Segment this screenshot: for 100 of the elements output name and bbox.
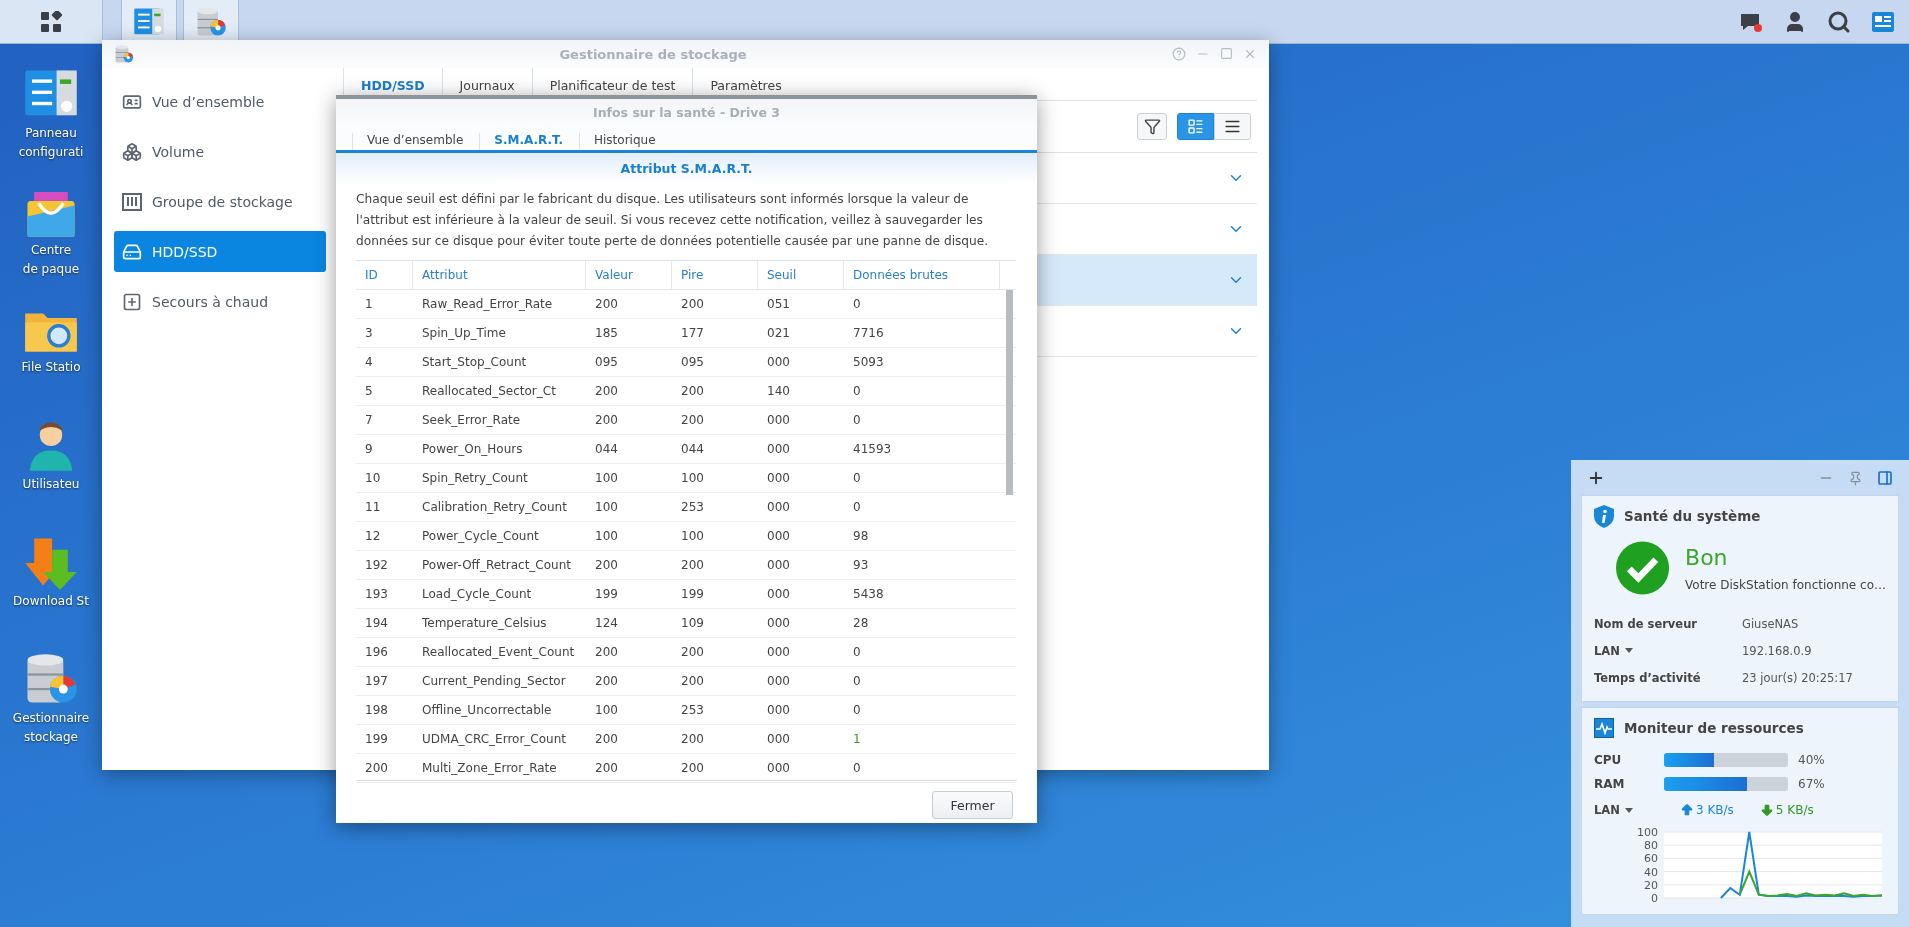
sidebar-item[interactable]: Vue d’ensemble — [114, 81, 326, 122]
tick-label: 60 — [1644, 852, 1658, 866]
shield-info-icon — [1594, 504, 1614, 528]
table-cell-text: 0 — [852, 470, 862, 487]
table-cell-text: Power_Cycle_Count — [421, 528, 540, 545]
sidebar-item[interactable]: Secours à chaud — [114, 281, 326, 322]
table-cell-text: 200 — [594, 731, 619, 748]
desktop-icon-label[interactable]: Utilisateu — [22, 477, 80, 492]
table-cell-text: 200 — [594, 412, 619, 429]
table-cell-text: 100 — [594, 499, 619, 516]
table-cell-text: 3 — [364, 325, 374, 342]
database-icon[interactable] — [195, 5, 227, 38]
table-cell-text: 28 — [852, 615, 870, 632]
table-cell-text: 185 — [594, 325, 619, 342]
column-header[interactable]: Attribut — [413, 261, 586, 289]
table-cell-text: 109 — [680, 615, 705, 632]
table-cell-text: 200 — [594, 557, 619, 574]
sidebar-label: Groupe de stockage — [152, 193, 293, 210]
table-cell-text: 9 — [364, 441, 374, 458]
table-cell-text: Start_Stop_Count — [421, 354, 528, 371]
lan-dropdown[interactable]: LAN — [1594, 803, 1654, 817]
info-value: 23 jour(s) 20:25:17 — [1742, 669, 1854, 687]
table-cell-text: 7716 — [852, 325, 885, 342]
column-header[interactable]: Valeur — [586, 261, 672, 289]
view-mode-button[interactable] — [1214, 113, 1251, 140]
desktop-icon-label[interactable]: configurati — [18, 145, 84, 160]
table-cell-text: 000 — [766, 615, 791, 632]
upload-rate: 3 KB/s — [1696, 803, 1734, 817]
database-icon[interactable] — [114, 44, 134, 64]
main-menu-button[interactable] — [0, 0, 103, 43]
table-cell-text: 0 — [852, 673, 862, 690]
close-button[interactable]: Fermer — [932, 791, 1013, 819]
table-cell-text: 044 — [680, 441, 705, 458]
table-cell-text: 0 — [852, 499, 862, 516]
table-cell-text: Seek_Error_Rate — [421, 412, 522, 429]
status-text: Bon — [1685, 544, 1729, 570]
table-cell-text: 200 — [364, 760, 389, 777]
table-cell-text: 000 — [766, 441, 791, 458]
desktop-icon-label[interactable]: Gestionnaire — [12, 711, 90, 726]
table-cell-text: Multi_Zone_Error_Rate — [421, 760, 558, 777]
table-cell-text: 200 — [594, 644, 619, 661]
table-cell-text: 1 — [364, 296, 374, 313]
table-cell-text: 5438 — [852, 586, 885, 603]
tab[interactable]: S.M.A.R.T. — [479, 133, 579, 150]
table-cell-text: 199 — [594, 586, 619, 603]
grid-icon — [40, 10, 62, 33]
taskbar-app-button[interactable] — [183, 0, 239, 43]
table-cell-text: 98 — [852, 528, 870, 545]
table-cell-text: 199 — [680, 586, 705, 603]
table-cell-text: 10 — [364, 470, 382, 487]
detail-list-icon — [1187, 118, 1204, 135]
table-cell-text: 193 — [364, 586, 389, 603]
column-header[interactable]: Seuil — [758, 261, 844, 289]
table-cell-text: 200 — [680, 557, 705, 574]
table-cell-text: 100 — [594, 528, 619, 545]
desktop-icon-label[interactable]: stockage — [12, 730, 90, 745]
sidebar-item[interactable]: Volume — [114, 131, 326, 172]
filter-icon — [1143, 118, 1161, 135]
table-cell-text: 12 — [364, 528, 382, 545]
taskbar-app-button[interactable] — [121, 0, 177, 43]
tab[interactable]: Historique — [579, 133, 672, 150]
column-header[interactable]: Données brutes — [844, 261, 1000, 289]
table-cell-text: 200 — [680, 644, 705, 661]
scrollbar-thumb[interactable] — [1006, 290, 1013, 495]
meter-label: RAM — [1594, 777, 1626, 791]
table-cell-text: 200 — [680, 296, 705, 313]
table-cell-text: 000 — [766, 470, 791, 487]
description: Chaque seuil est défini par le fabricant du disque. Les utilisateurs sont informés lorsque la valeur de l'attribut est inférieure à la valeur de seuil. Si vous recevez cette notification, veillez à sauvegarder les données sur ce disque pour éviter toute perte de données potentielle causée par une panne de disque. — [356, 191, 990, 250]
column-header[interactable]: Pire — [672, 261, 758, 289]
sidebar-item[interactable]: HDD/SSD — [114, 231, 326, 272]
sidebar-label: Volume — [152, 143, 205, 160]
desktop-icon-label[interactable]: de paque — [22, 262, 80, 277]
meter-reading: 40% — [1798, 753, 1825, 767]
plus-square-icon — [122, 291, 142, 312]
tab[interactable]: Vue d’ensemble — [352, 133, 480, 150]
table-cell-text: 000 — [766, 673, 791, 690]
filter-button[interactable] — [1137, 113, 1167, 140]
table-cell-text: 93 — [852, 557, 870, 574]
table-cell-text: 124 — [594, 615, 619, 632]
lan-dropdown[interactable]: LAN — [1594, 643, 1633, 658]
table-cell-text: Calibration_Retry_Count — [421, 499, 568, 516]
desktop-icon-label[interactable]: File Statio — [21, 360, 81, 375]
table-cell-text: Offline_Uncorrectable — [421, 702, 553, 719]
widget-panel-icon — [1871, 10, 1895, 33]
table-cell-text: 000 — [766, 557, 791, 574]
desktop-icon-label[interactable]: Centre — [22, 243, 80, 258]
desktop-icon-label[interactable]: Panneau — [18, 126, 84, 141]
pin-icon[interactable] — [1848, 470, 1863, 486]
bars-icon — [122, 191, 142, 212]
table-cell-text: 100 — [680, 470, 705, 487]
table-cell-text: 200 — [594, 383, 619, 400]
table-cell-text: 197 — [364, 673, 389, 690]
table-cell-text: Raw_Read_Error_Rate — [421, 296, 554, 313]
sidebar-item[interactable]: Groupe de stockage — [114, 181, 326, 222]
table-cell-text: 194 — [364, 615, 389, 632]
collapse-panel-icon[interactable] — [1877, 470, 1893, 486]
column-header[interactable]: ID — [356, 261, 413, 289]
desktop-icon-label[interactable]: Download St — [13, 594, 89, 609]
card-title: Santé du système — [1624, 508, 1761, 524]
add-icon[interactable] — [1587, 469, 1605, 487]
